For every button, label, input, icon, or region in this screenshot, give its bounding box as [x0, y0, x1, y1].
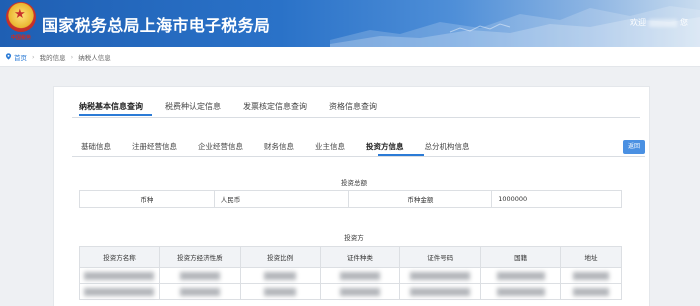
cell-redacted — [239, 267, 321, 284]
column-header: 证件号码 — [399, 246, 482, 268]
cell-redacted — [399, 267, 482, 284]
tabs-divider — [72, 117, 640, 118]
main-panel: 纳税基本信息查询 税费种认定信息 发票核定信息查询 资格信息查询 基础信息 注册… — [53, 86, 650, 306]
column-header: 投资比例 — [239, 246, 321, 268]
cell-redacted — [79, 283, 160, 300]
table-header-row: 投资方名称 投资方经济性质 投资比例 证件种类 证件号码 国籍 地址 — [79, 246, 622, 268]
site-header: ★ 中国税务 国家税务总局上海市电子税务局 欢迎 您 — [0, 0, 700, 47]
tab-invoice-info[interactable]: 发票核定信息查询 — [243, 101, 307, 112]
subtab-finance[interactable]: 财务信息 — [264, 141, 294, 152]
user-name-redacted — [649, 18, 677, 27]
subtab-owner[interactable]: 业主信息 — [315, 141, 345, 152]
column-header: 国籍 — [480, 246, 562, 268]
tab-qualification-info[interactable]: 资格信息查询 — [329, 101, 377, 112]
amount-value: 1000000 — [491, 190, 622, 208]
cell-redacted — [480, 283, 562, 300]
tab-basic-tax-info[interactable]: 纳税基本信息查询 — [79, 101, 143, 112]
subtab-business[interactable]: 企业经营信息 — [198, 141, 243, 152]
sub-tabs: 基础信息 注册经营信息 企业经营信息 财务信息 业主信息 投资方信息 总分机构信… — [81, 141, 470, 152]
investment-total-table: 币种 人民币 币种金额 1000000 — [79, 190, 622, 208]
cell-redacted — [560, 283, 622, 300]
cell-redacted — [158, 283, 241, 300]
breadcrumb-home[interactable]: 首页 — [14, 52, 27, 62]
tab-tax-type-info[interactable]: 税费种认定信息 — [165, 101, 221, 112]
currency-value: 人民币 — [213, 190, 350, 208]
cell-redacted — [319, 267, 401, 284]
cell-redacted — [480, 267, 562, 284]
breadcrumb-my-info[interactable]: 我的信息 — [40, 52, 66, 62]
investment-total-title: 投资总额 — [341, 179, 367, 187]
main-tabs: 纳税基本信息查询 税费种认定信息 发票核定信息查询 资格信息查询 — [79, 101, 399, 112]
breadcrumb-separator: › — [70, 52, 74, 61]
column-header: 投资方名称 — [79, 246, 160, 268]
cell-redacted — [560, 267, 622, 284]
cell-redacted — [158, 267, 241, 284]
amount-label: 币种金额 — [348, 190, 493, 208]
breadcrumb: 首页 › 我的信息 › 纳税人信息 — [0, 47, 700, 67]
return-button[interactable]: 返回 — [623, 140, 645, 154]
site-title: 国家税务总局上海市电子税务局 — [42, 16, 271, 35]
cell-redacted — [399, 283, 482, 300]
table-row — [79, 283, 622, 300]
breadcrumb-separator: › — [32, 52, 35, 61]
column-header: 证件种类 — [319, 246, 401, 268]
user-area[interactable]: 欢迎 您 — [630, 17, 688, 28]
column-header: 投资方经济性质 — [158, 246, 241, 268]
active-tab-indicator — [79, 114, 152, 116]
investors-table: 投资方名称 投资方经济性质 投资比例 证件种类 证件号码 国籍 地址 — [79, 246, 622, 300]
subtab-branch[interactable]: 总分机构信息 — [425, 141, 470, 152]
welcome-text: 欢迎 — [630, 18, 646, 27]
breadcrumb-taxpayer-info: 纳税人信息 — [78, 53, 111, 62]
tax-emblem-logo: ★ 中国税务 — [4, 2, 38, 42]
table-row — [79, 267, 622, 284]
investors-title: 投资方 — [344, 234, 364, 242]
subtabs-divider — [72, 156, 645, 157]
subtab-investor[interactable]: 投资方信息 — [366, 141, 404, 152]
cell-redacted — [319, 283, 401, 300]
subtab-registration[interactable]: 注册经营信息 — [132, 141, 177, 152]
column-header: 地址 — [560, 246, 622, 268]
currency-label: 币种 — [79, 190, 215, 208]
user-suffix: 您 — [680, 18, 688, 27]
subtab-basic[interactable]: 基础信息 — [81, 141, 111, 152]
emblem-text: 中国税务 — [10, 35, 31, 41]
cell-redacted — [79, 267, 160, 284]
location-pin-icon — [5, 53, 12, 60]
cell-redacted — [239, 283, 321, 300]
